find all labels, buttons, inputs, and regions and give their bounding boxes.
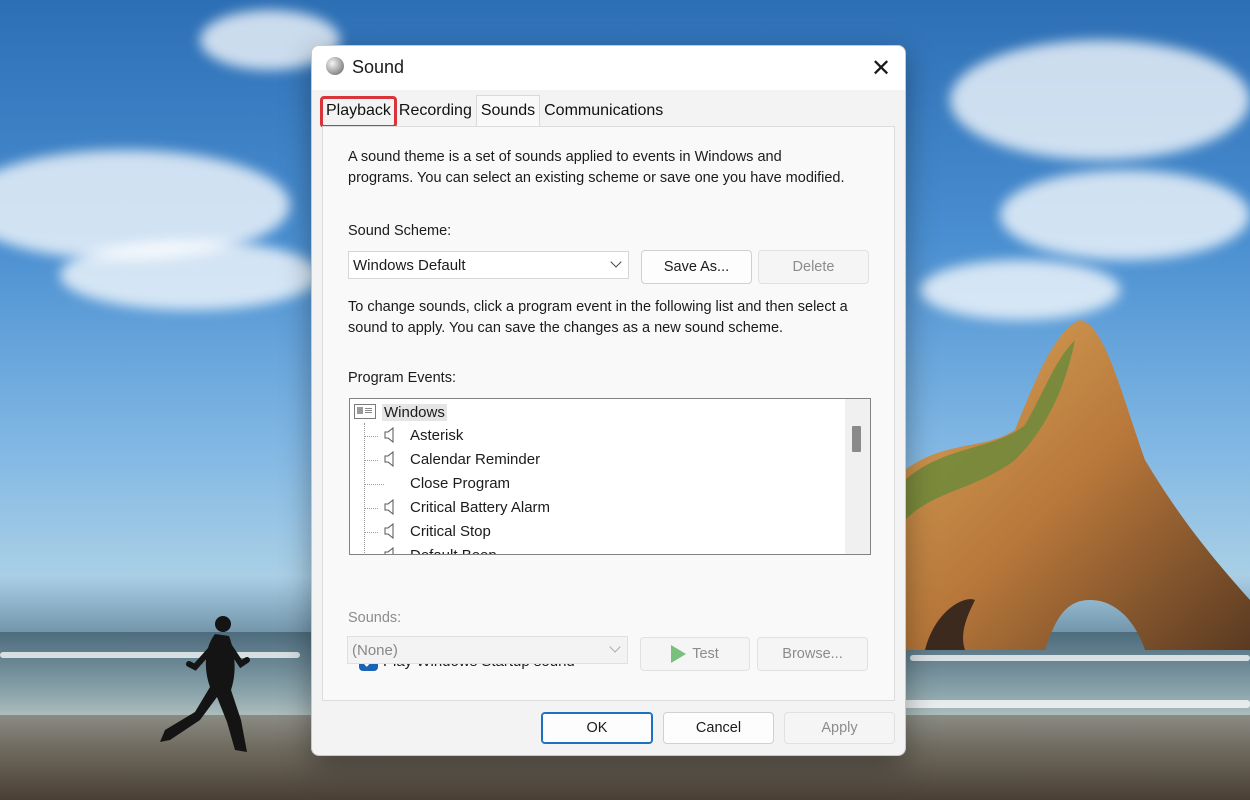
chevron-down-icon (609, 641, 621, 653)
title-bar: Sound ✕ (312, 46, 905, 90)
wave (900, 700, 1250, 708)
list-item-windows[interactable]: Windows (354, 401, 447, 425)
speaker-icon (384, 547, 394, 554)
speaker-icon (384, 427, 394, 443)
speaker-icon (384, 499, 394, 515)
runner-silhouette (160, 616, 250, 752)
save-as-button[interactable]: Save As... (641, 250, 752, 284)
sound-scheme-label: Sound Scheme: (348, 223, 452, 239)
tree-connector (364, 532, 378, 533)
program-events-list[interactable]: Windows Asterisk Calendar Reminder Close… (349, 398, 871, 555)
sound-dialog: Sound ✕ Playback Recording Sounds Commun… (311, 45, 906, 756)
windows-app-icon (354, 404, 376, 419)
theme-description: A sound theme is a set of sounds applied… (348, 149, 845, 186)
tree-connector (364, 484, 384, 485)
speaker-icon (384, 451, 394, 467)
list-item[interactable]: Default Beep (410, 544, 497, 554)
tab-strip: Playback Recording Sounds Communications (320, 95, 667, 128)
speaker-icon (326, 57, 344, 75)
close-icon: ✕ (870, 54, 892, 82)
window-title: Sound (352, 57, 405, 77)
chevron-down-icon (610, 256, 622, 268)
list-item[interactable]: Critical Battery Alarm (410, 496, 550, 520)
sea-rock-arch (905, 320, 1250, 650)
list-item[interactable]: Calendar Reminder (410, 448, 540, 472)
list-item[interactable]: Asterisk (410, 424, 463, 448)
tree-connector (364, 423, 365, 554)
apply-button[interactable]: Apply (784, 712, 895, 744)
tree-connector (364, 436, 378, 437)
play-icon (671, 645, 687, 663)
tree-connector (364, 508, 378, 509)
tab-sounds[interactable]: Sounds (475, 95, 541, 126)
tab-recording[interactable]: Recording (395, 98, 476, 126)
vertical-scrollbar[interactable] (845, 399, 870, 554)
wave (910, 655, 1250, 661)
tree-connector (364, 460, 378, 461)
list-item[interactable]: Close Program (410, 472, 510, 496)
close-button[interactable]: ✕ (857, 46, 905, 90)
cloud (60, 240, 320, 310)
wave (0, 652, 300, 658)
scrollbar-thumb[interactable] (852, 426, 861, 452)
browse-button[interactable]: Browse... (757, 637, 868, 671)
program-events-label: Program Events: (348, 370, 456, 386)
tab-communications[interactable]: Communications (540, 98, 667, 126)
speaker-icon (384, 523, 394, 539)
sound-scheme-select[interactable]: Windows Default (348, 251, 629, 279)
cloud (950, 40, 1250, 160)
sound-scheme-value: Windows Default (353, 257, 466, 274)
sounds-label: Sounds: (348, 610, 402, 626)
change-sounds-instructions: To change sounds, click a program event … (348, 299, 848, 336)
cancel-button[interactable]: Cancel (663, 712, 774, 744)
tab-playback[interactable]: Playback (320, 96, 397, 128)
list-item[interactable]: Critical Stop (410, 520, 491, 544)
test-button[interactable]: Test (640, 637, 750, 671)
sounds-select-value: (None) (352, 642, 398, 659)
ok-button[interactable]: OK (541, 712, 653, 744)
sounds-select[interactable]: (None) (347, 636, 628, 664)
cloud (1000, 170, 1250, 260)
sounds-tab-panel: A sound theme is a set of sounds applied… (322, 126, 895, 701)
delete-button[interactable]: Delete (758, 250, 869, 284)
cloud (920, 260, 1120, 320)
